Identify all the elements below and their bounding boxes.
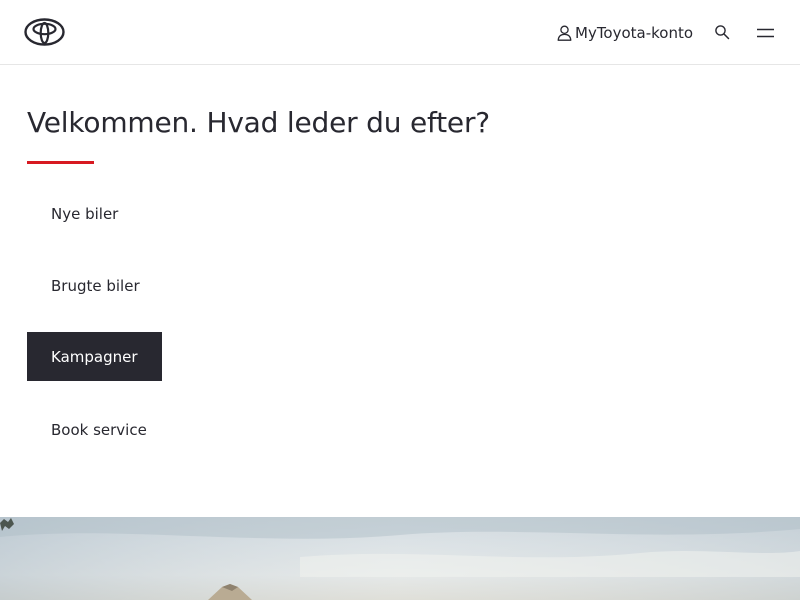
account-label: MyToyota-konto [575,24,694,42]
quick-link-used-cars[interactable]: Brugte biler [27,262,164,310]
page-title: Velkommen. Hvad leder du efter? [27,106,490,139]
toyota-logo-icon[interactable] [24,18,65,46]
mytoyota-account-link[interactable]: MyToyota-konto [557,22,693,44]
quick-link-new-cars[interactable]: Nye biler [27,190,142,238]
search-icon[interactable] [714,24,730,40]
site-header: MyToyota-konto [0,0,800,65]
quick-link-campaigns[interactable]: Kampagner [27,332,162,381]
hamburger-menu-icon[interactable] [757,27,774,39]
user-icon [557,25,572,41]
quick-link-book-service[interactable]: Book service [27,406,171,454]
hero-landscape-image [0,517,800,600]
hero-image [0,517,800,600]
title-accent-bar [27,161,94,164]
